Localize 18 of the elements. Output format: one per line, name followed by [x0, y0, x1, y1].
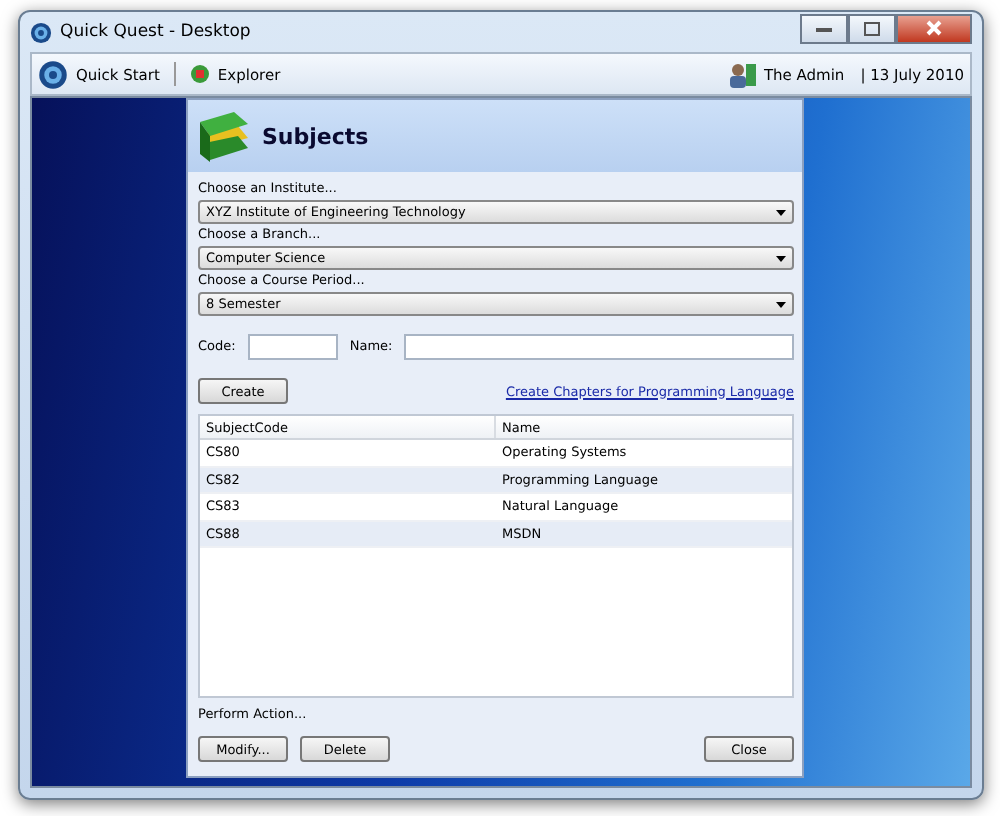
app-logo-icon: [30, 21, 52, 43]
minimize-button[interactable]: [800, 13, 848, 43]
window-title: Quick Quest - Desktop: [60, 22, 251, 42]
name-field[interactable]: [404, 334, 794, 360]
close-window-button[interactable]: [896, 13, 972, 43]
books-icon: [194, 106, 254, 166]
close-icon: [926, 20, 942, 36]
minimize-icon: [816, 25, 832, 31]
maximize-icon: [864, 21, 880, 35]
caret-icon: [776, 255, 786, 261]
explorer-icon: [189, 64, 210, 84]
code-field[interactable]: [247, 334, 338, 360]
caret-icon: [776, 301, 786, 307]
caret-icon: [776, 209, 786, 215]
maximize-button[interactable]: [848, 13, 896, 43]
user-icon: [727, 61, 756, 87]
dialog-title: Subjects: [262, 123, 369, 149]
quick-start-icon: [38, 59, 68, 89]
